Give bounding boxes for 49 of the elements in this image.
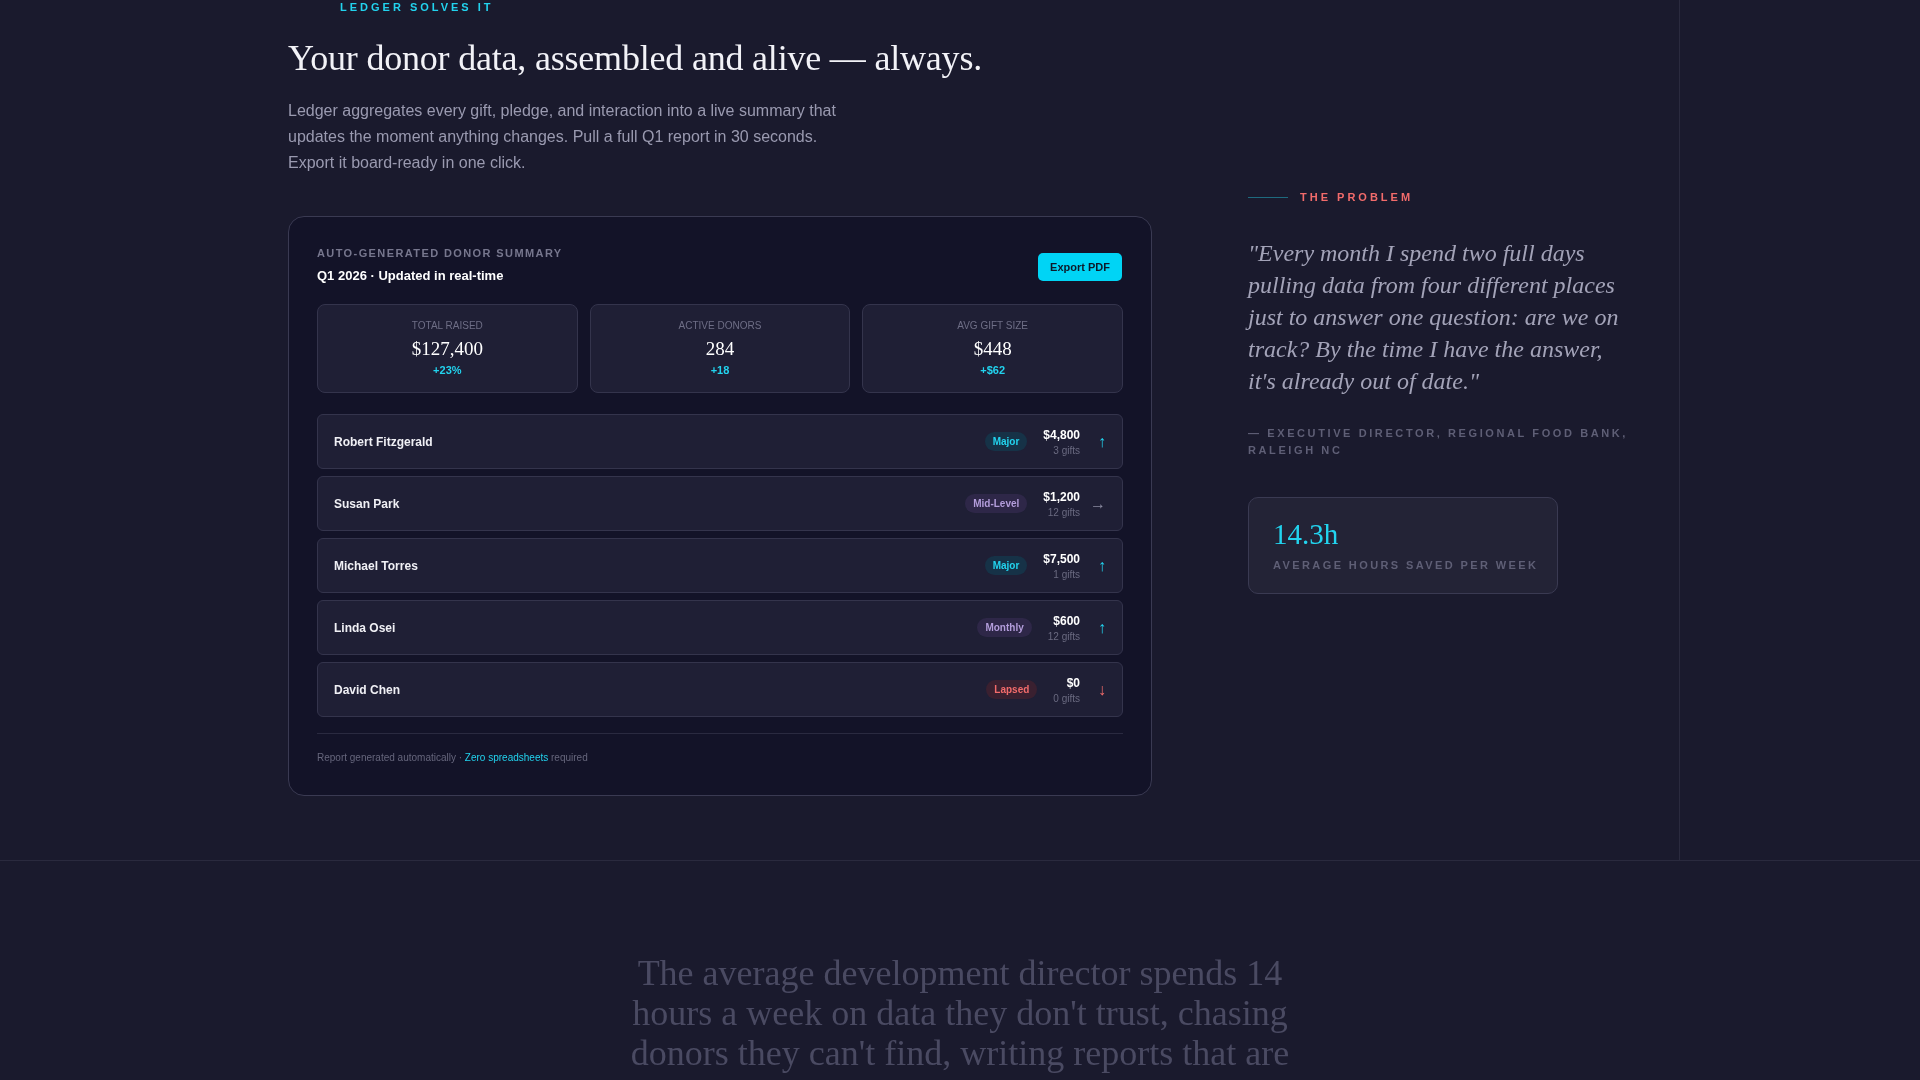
donor-amount: $600 [1053,613,1080,628]
trend-arrow: ↑ [1098,556,1106,575]
stat-label: ACTIVE DONORS [678,320,762,331]
gift-count: 12 gifts [1047,630,1080,642]
donor-name: Linda Osei [334,620,397,635]
donor-row[interactable]: Linda Osei Monthly $600 12 gifts ↑ [317,600,1123,655]
gift-count: 12 gifts [1047,506,1080,518]
trend-arrow: ↑ [1098,618,1106,637]
donor-row[interactable]: David Chen Lapsed $0 0 gifts ↓ [317,662,1123,717]
headline: Your donor data, assembled and alive — always. [288,37,983,79]
tier-tag: Lapsed [986,680,1038,699]
stat-label: AVG GIFT SIZE [957,320,1029,331]
stat-change: +23% [433,364,462,376]
donor-name: David Chen [334,682,401,697]
gift-count: 0 gifts [1053,692,1080,704]
tier-tag: Monthly [977,618,1032,637]
donor-amount: $1,200 [1043,489,1080,504]
intro-paragraph: Ledger aggregates every gift, pledge, and interaction into a live summary that updates the moment anything changes. Pull a full Q1 report in 30 seconds. Export it board-ready in one click. [288,101,837,173]
donor-amount: $4,800 [1043,427,1080,442]
donor-row[interactable]: Robert Fitzgerald Major $4,800 3 gifts ↑ [317,414,1123,469]
donor-name: Robert Fitzgerald [334,434,434,449]
section-label: THE PROBLEM [1300,191,1414,203]
stat-label: TOTAL RAISED [411,320,483,331]
section-eyebrow: LEDGER SOLVES IT [340,1,494,13]
donor-amount: $7,500 [1043,551,1080,566]
stat-change: +$62 [980,364,1006,376]
trend-arrow: ↓ [1098,680,1106,699]
gift-count: 1 gifts [1053,568,1080,580]
export-pdf-button[interactable]: Export PDF [1038,253,1122,281]
donor-name: Michael Torres [334,558,419,573]
trend-arrow: ↑ [1098,432,1106,451]
trend-arrow: → [1090,494,1106,513]
donor-row[interactable]: Michael Torres Major $7,500 1 gifts ↑ [317,538,1123,593]
donor-name: Susan Park [334,496,401,511]
gift-count: 3 gifts [1053,444,1080,456]
donor-amount: $0 [1066,675,1080,690]
stat-value: $448 [973,338,1012,360]
quote-attribution: — EXECUTIVE DIRECTOR, REGIONAL FOOD BANK, RALEIGH NC [1248,426,1628,458]
stat-value: $127,400 [411,338,483,360]
tier-tag: Major [984,432,1028,451]
stat-change: +18 [710,364,730,376]
card-title: Q1 2026 · Updated in real-time [317,268,505,283]
stat-value: 284 [705,338,735,360]
tier-tag: Mid-Level [965,494,1028,513]
stat-value: 14.3h [1273,518,1340,551]
footnote-link[interactable]: Zero spreadsheets [464,752,549,763]
report-footnote: Report generated automatically · Zero spreadsheets required [317,733,1123,763]
tier-tag: Major [984,556,1028,575]
card-label: AUTO-GENERATED DONOR SUMMARY [317,247,563,259]
